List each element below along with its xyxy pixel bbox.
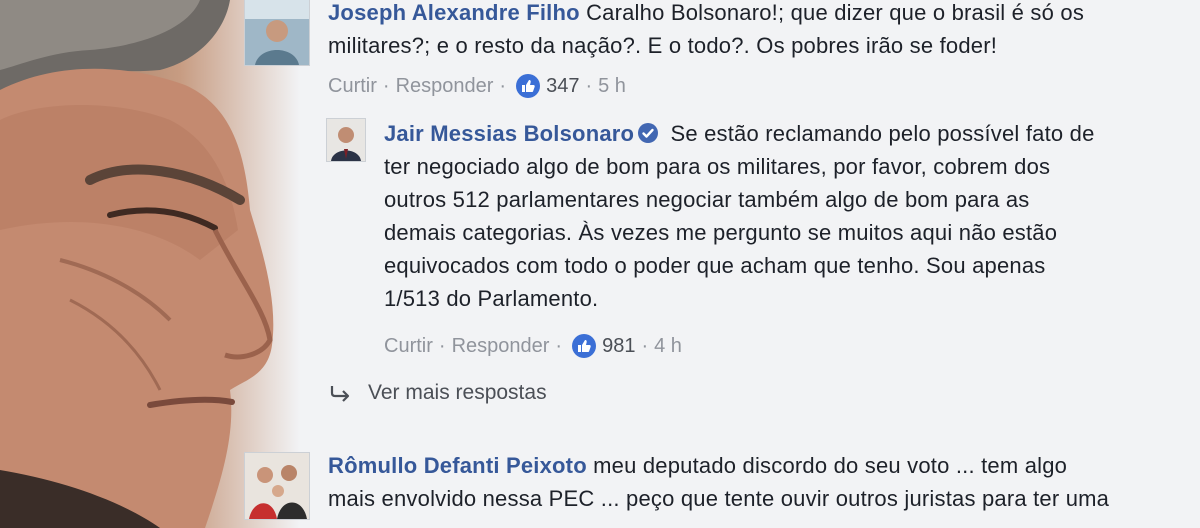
profile-photo-icon xyxy=(327,119,365,161)
comment-actions: Curtir · Responder · 981 · 4 h xyxy=(384,334,682,358)
separator: · xyxy=(641,334,649,357)
like-count[interactable]: 347 xyxy=(546,75,579,98)
verified-check-icon xyxy=(638,123,659,143)
comment-author[interactable]: Jair Messias Bolsonaro xyxy=(384,121,634,146)
like-count[interactable]: 981 xyxy=(602,335,635,358)
timestamp[interactable]: 5 h xyxy=(598,75,626,98)
comment-text-line: meu deputado discordo do seu voto ... te… xyxy=(593,453,1068,478)
comment-text-line: equivocados com todo o poder que acham q… xyxy=(384,253,1046,278)
comment-text-line: Se estão reclamando pelo possível fato d… xyxy=(670,121,1095,146)
comment-body: Jair Messias Bolsonaro Se estão reclaman… xyxy=(384,117,1194,315)
like-link[interactable]: Curtir xyxy=(328,75,377,98)
timestamp[interactable]: 4 h xyxy=(654,335,682,358)
comment-body: Rômullo Defanti Peixoto meu deputado dis… xyxy=(328,449,1200,515)
thumbs-up-icon xyxy=(516,74,541,98)
comment-text-line: 1/513 do Parlamento. xyxy=(384,286,599,311)
separator: · xyxy=(382,74,390,97)
profile-photo-icon xyxy=(245,0,309,65)
comment-text-line: ter negociado algo de bom para os milita… xyxy=(384,154,1051,179)
comment-text-line: militares?; e o resto da nação?. E o tod… xyxy=(328,33,998,58)
comment-text-line: mais envolvido nessa PEC ... peço que te… xyxy=(328,486,1110,511)
like-link[interactable]: Curtir xyxy=(384,335,433,358)
more-replies-label: Ver mais respostas xyxy=(368,381,547,404)
separator: · xyxy=(438,334,446,357)
thumbs-up-icon xyxy=(572,334,597,358)
more-replies-link[interactable]: Ver mais respostas xyxy=(330,381,547,405)
comment-text-line: demais categorias. Às vezes me pergunto … xyxy=(384,220,1058,245)
comment-author[interactable]: Joseph Alexandre Filho xyxy=(328,0,580,25)
comment-text-line: Caralho Bolsonaro!; que dizer que o bras… xyxy=(586,0,1085,25)
profile-photo-icon xyxy=(245,453,309,519)
avatar[interactable] xyxy=(244,0,310,66)
avatar[interactable] xyxy=(244,452,310,520)
comment-thread: Joseph Alexandre Filho Caralho Bolsonaro… xyxy=(238,0,1200,528)
separator: · xyxy=(555,334,563,357)
comment-body: Joseph Alexandre Filho Caralho Bolsonaro… xyxy=(328,0,1188,62)
comment-text-line: outros 512 parlamentares negociar também… xyxy=(384,187,1030,212)
reply-arrow-icon xyxy=(330,386,350,402)
comment-author[interactable]: Rômullo Defanti Peixoto xyxy=(328,453,587,478)
avatar[interactable] xyxy=(326,118,366,162)
comment-actions: Curtir · Responder · 347 · 5 h xyxy=(328,74,626,98)
reply-link[interactable]: Responder xyxy=(396,75,494,98)
reply-link[interactable]: Responder xyxy=(452,335,550,358)
separator: · xyxy=(499,74,507,97)
separator: · xyxy=(585,74,593,97)
